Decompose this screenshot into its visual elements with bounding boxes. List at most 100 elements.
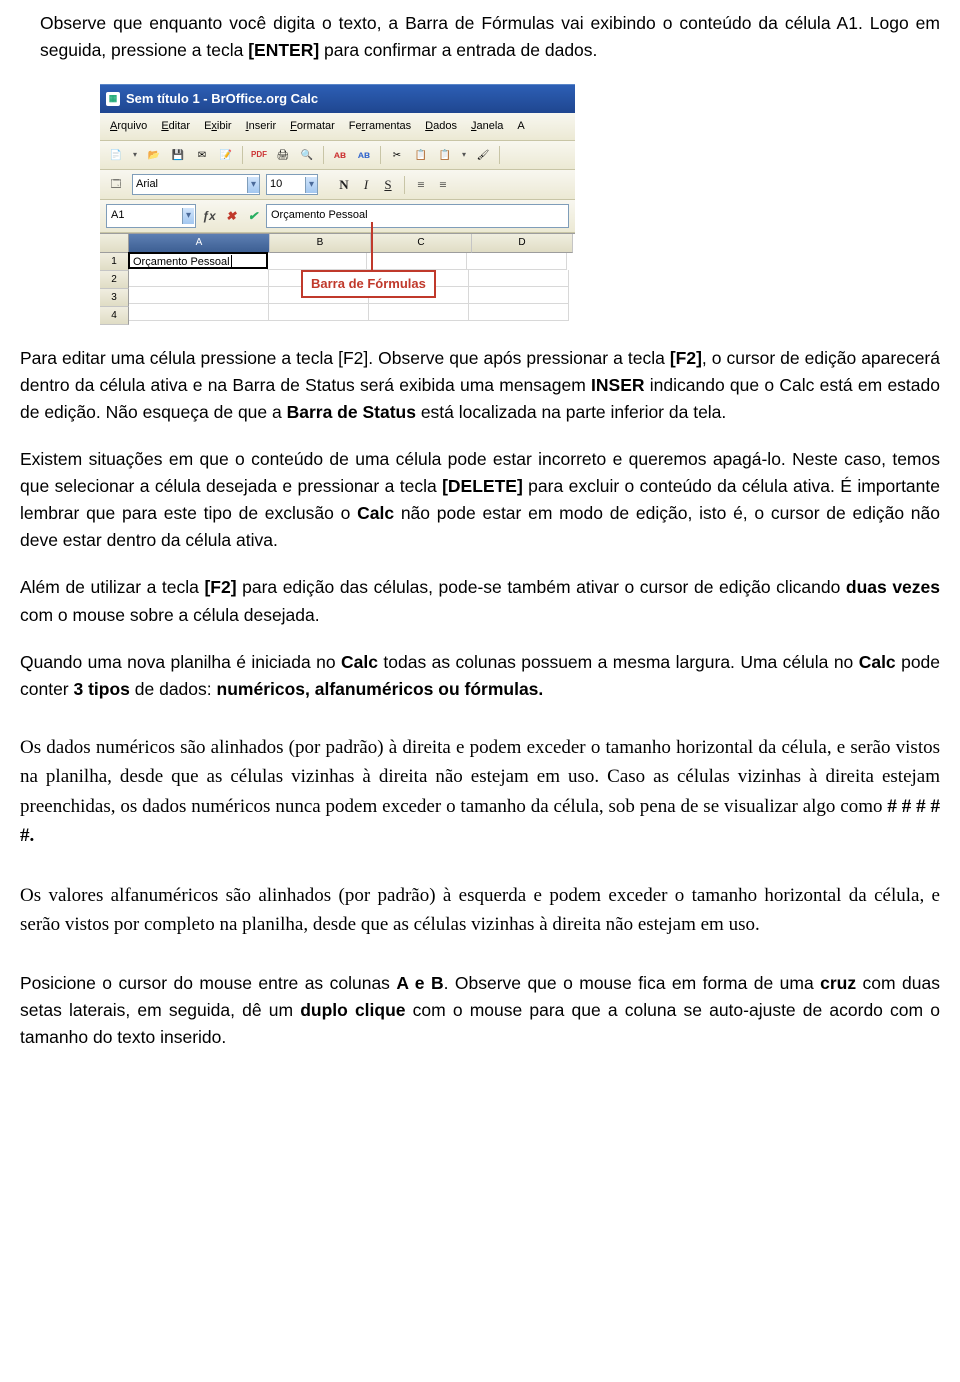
cell-a3[interactable] xyxy=(129,287,269,304)
paragraph-delete: Existem situações em que o conteúdo de u… xyxy=(20,446,940,555)
row-header-1[interactable]: 1 xyxy=(100,253,129,271)
accept-icon[interactable]: ✔ xyxy=(244,207,262,225)
bold-duas-vezes: duas vezes xyxy=(846,577,940,597)
align-left-icon[interactable]: ≡ xyxy=(413,177,429,193)
fx-icon[interactable]: ƒx xyxy=(200,207,218,225)
paragraph-resize: Posicione o cursor do mouse entre as col… xyxy=(20,970,940,1051)
col-header-c[interactable]: C xyxy=(371,234,472,253)
style-icon[interactable]: 🗔 xyxy=(106,175,126,195)
key-delete: [DELETE] xyxy=(442,476,523,496)
menu-more[interactable]: A xyxy=(511,116,530,137)
text: está localizada na parte inferior da tel… xyxy=(416,402,726,422)
edit-doc-icon[interactable]: 📝 xyxy=(216,145,236,165)
font-size-combo[interactable]: 10 ▾ xyxy=(266,174,318,195)
chevron-down-icon: ▾ xyxy=(247,177,259,193)
open-icon[interactable]: 📂 xyxy=(144,145,164,165)
text: para confirmar a entrada de dados. xyxy=(319,40,597,60)
paste-icon[interactable]: 📋 xyxy=(435,145,455,165)
email-icon[interactable]: ✉ xyxy=(192,145,212,165)
bold-icon[interactable]: N xyxy=(336,177,352,193)
bold-calc: Calc xyxy=(341,652,378,672)
align-center-icon[interactable]: ≡ xyxy=(435,177,451,193)
bold-status-bar: Barra de Status xyxy=(287,402,416,422)
row-header-2[interactable]: 2 xyxy=(100,271,129,289)
col-header-d[interactable]: D xyxy=(472,234,573,253)
copy-icon[interactable]: 📋 xyxy=(411,145,431,165)
cell-d3[interactable] xyxy=(469,287,569,304)
font-name-value: Arial xyxy=(136,176,158,193)
menu-arquivo[interactable]: Arquivo xyxy=(104,116,153,137)
menu-exibir[interactable]: Exibir xyxy=(198,116,238,137)
text: Para editar uma célula pressione a tecla… xyxy=(20,348,670,368)
text: todas as colunas possuem a mesma largura… xyxy=(378,652,859,672)
col-header-b[interactable]: B xyxy=(270,234,371,253)
font-size-value: 10 xyxy=(270,176,282,193)
menu-inserir[interactable]: Inserir xyxy=(240,116,283,137)
text: de dados: xyxy=(130,679,217,699)
menu-editar[interactable]: Editar xyxy=(155,116,196,137)
pdf-icon[interactable]: PDF xyxy=(249,145,269,165)
bold-data-types: numéricos, alfanuméricos ou fórmulas. xyxy=(217,679,544,699)
row-header-4[interactable]: 4 xyxy=(100,307,129,325)
calc-screenshot: ▦ Sem título 1 - BrOffice.org Calc Arqui… xyxy=(100,84,575,324)
new-icon[interactable]: 📄 xyxy=(106,145,126,165)
menu-ferramentas[interactable]: Ferramentas xyxy=(343,116,417,137)
cell-b1[interactable] xyxy=(267,253,367,270)
separator xyxy=(499,146,500,164)
save-icon[interactable]: 💾 xyxy=(168,145,188,165)
cell-d1[interactable] xyxy=(467,253,567,270)
dropdown-icon[interactable]: ▾ xyxy=(459,145,469,165)
cell-reference: A1 xyxy=(111,207,124,224)
font-name-combo[interactable]: Arial ▾ xyxy=(132,174,260,195)
key-enter: [ENTER] xyxy=(248,40,319,60)
window-title: Sem título 1 - BrOffice.org Calc xyxy=(126,89,318,109)
formula-input[interactable]: Orçamento Pessoal xyxy=(266,204,569,227)
print-icon[interactable]: 🖨 xyxy=(273,145,293,165)
menu-janela[interactable]: Janela xyxy=(465,116,509,137)
autospell-icon[interactable]: ᴀʙ xyxy=(354,145,374,165)
text: Além de utilizar a tecla xyxy=(20,577,204,597)
cancel-icon[interactable]: ✖ xyxy=(222,207,240,225)
menu-formatar[interactable]: Formatar xyxy=(284,116,341,137)
name-box[interactable]: A1 ▾ xyxy=(106,204,196,227)
text: Quando uma nova planilha é iniciada no xyxy=(20,652,341,672)
underline-icon[interactable]: S xyxy=(380,177,396,193)
key-f2: [F2] xyxy=(670,348,702,368)
spellcheck-icon[interactable]: ᴀʙ xyxy=(330,145,350,165)
preview-icon[interactable]: 🔍 xyxy=(297,145,317,165)
intro-paragraph: Observe que enquanto você digita o texto… xyxy=(40,10,940,64)
cell-b4[interactable] xyxy=(269,304,369,321)
cell-a4[interactable] xyxy=(129,304,269,321)
bold-cruz: cruz xyxy=(820,973,856,993)
col-headers: A B C D xyxy=(129,234,575,253)
cell-c4[interactable] xyxy=(369,304,469,321)
paragraph-alphanumeric: Os valores alfanuméricos são alinhados (… xyxy=(20,881,940,940)
bold-calc: Calc xyxy=(357,503,394,523)
cell-d2[interactable] xyxy=(469,270,569,287)
cell-a2[interactable] xyxy=(129,270,269,287)
separator xyxy=(242,146,243,164)
text-cursor xyxy=(231,255,232,268)
cell-a1[interactable]: Orçamento Pessoal xyxy=(128,252,268,269)
text: para edição das células, pode-se também … xyxy=(237,577,846,597)
paintbrush-icon[interactable]: 🖌 xyxy=(473,145,493,165)
menu-dados[interactable]: Dados xyxy=(419,116,463,137)
titlebar: ▦ Sem título 1 - BrOffice.org Calc xyxy=(100,84,575,113)
cell-c1[interactable] xyxy=(367,253,467,270)
bold-calc: Calc xyxy=(859,652,896,672)
dropdown-icon[interactable]: ▾ xyxy=(130,145,140,165)
standard-toolbar: 📄▾ 📂 💾 ✉ 📝 PDF 🖨 🔍 ᴀʙ ᴀʙ ✂ 📋 📋▾ 🖌 xyxy=(100,141,575,170)
key-f2: [F2] xyxy=(204,577,236,597)
text: com o mouse sobre a célula desejada. xyxy=(20,605,320,625)
chevron-down-icon: ▾ xyxy=(305,177,317,193)
cell-d4[interactable] xyxy=(469,304,569,321)
paragraph-doubleclick: Além de utilizar a tecla [F2] para ediçã… xyxy=(20,574,940,628)
select-all-corner[interactable] xyxy=(100,234,129,253)
text: Os dados numéricos são alinhados (por pa… xyxy=(20,737,940,817)
cut-icon[interactable]: ✂ xyxy=(387,145,407,165)
row-header-3[interactable]: 3 xyxy=(100,289,129,307)
col-header-a[interactable]: A xyxy=(129,234,270,253)
italic-icon[interactable]: I xyxy=(358,177,374,193)
formatting-toolbar: 🗔 Arial ▾ 10 ▾ N I S ≡ ≡ xyxy=(100,170,575,200)
formula-text: Orçamento Pessoal xyxy=(271,209,368,221)
